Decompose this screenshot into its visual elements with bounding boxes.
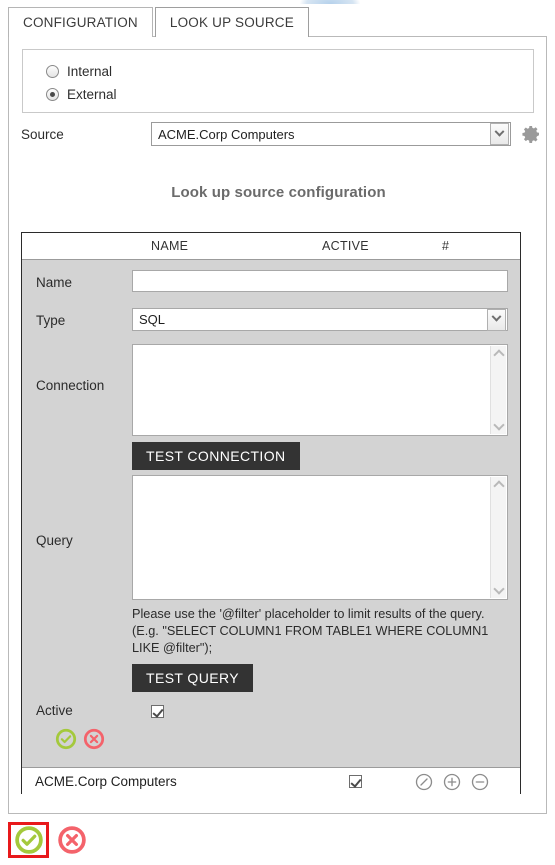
connection-label: Connection — [36, 378, 105, 393]
query-scroll-up-icon — [492, 480, 505, 492]
query-scrollbar[interactable] — [490, 477, 506, 598]
confirm-highlight-box — [8, 822, 49, 858]
source-select-value: ACME.Corp Computers — [158, 126, 295, 142]
type-label: Type — [36, 313, 66, 328]
edit-icon[interactable] — [414, 772, 434, 792]
look-up-source-grid: NAME ACTIVE # Name Type SQL Connection T… — [21, 232, 521, 795]
radio-option-internal[interactable]: Internal — [46, 60, 112, 82]
test-connection-button[interactable]: TEST CONNECTION — [132, 442, 300, 470]
bottom-action-bar — [8, 822, 87, 858]
tab-look-up-source[interactable]: LOOK UP SOURCE — [154, 7, 309, 38]
scroll-up-icon — [492, 349, 505, 361]
grid-editor-form: Name Type SQL Connection TEST CONNECTION… — [22, 260, 520, 767]
radio-internal-icon[interactable] — [46, 64, 59, 78]
gear-icon[interactable] — [521, 124, 541, 144]
tab-bar: CONFIGURATION LOOK UP SOURCE — [8, 6, 309, 38]
test-query-button[interactable]: TEST QUERY — [132, 664, 253, 692]
type-chevron-down-icon[interactable] — [487, 308, 506, 331]
row-name: ACME.Corp Computers — [35, 774, 177, 789]
add-icon[interactable] — [442, 772, 462, 792]
radio-option-external[interactable]: External — [46, 83, 117, 105]
section-title: Look up source configuration — [171, 184, 386, 201]
query-hint: Please use the '@filter' placeholder to … — [132, 607, 489, 655]
grid-column-name: NAME — [151, 239, 189, 253]
source-label: Source — [21, 127, 64, 142]
name-input[interactable] — [132, 270, 508, 292]
query-scroll-down-icon — [492, 583, 505, 595]
row-action-group — [414, 772, 490, 792]
name-label: Name — [36, 275, 73, 290]
chevron-down-icon[interactable] — [490, 123, 509, 145]
type-select-value: SQL — [139, 312, 166, 327]
top-decoration — [300, 0, 360, 4]
editor-action-icons — [55, 728, 105, 750]
grid-header: NAME ACTIVE # — [22, 233, 520, 260]
grid-column-number: # — [442, 239, 450, 253]
x-circle-icon[interactable] — [57, 825, 87, 855]
active-checkbox[interactable] — [151, 705, 164, 718]
x-circle-icon[interactable] — [83, 728, 105, 750]
check-circle-icon[interactable] — [55, 728, 77, 750]
tab-look-up-source-label: LOOK UP SOURCE — [169, 15, 294, 30]
radio-internal-label: Internal — [67, 63, 113, 79]
radio-external-icon[interactable] — [46, 87, 59, 101]
connection-textarea[interactable] — [132, 344, 508, 436]
tab-configuration[interactable]: CONFIGURATION — [8, 7, 153, 37]
radio-external-label: External — [67, 86, 117, 102]
scroll-down-icon — [492, 419, 505, 431]
type-select[interactable]: SQL — [132, 308, 508, 331]
query-textarea[interactable] — [132, 475, 508, 600]
active-label: Active — [36, 703, 73, 718]
grid-column-active: ACTIVE — [322, 239, 369, 253]
source-row: Source ACME.Corp Computers — [9, 122, 548, 150]
tab-configuration-label: CONFIGURATION — [23, 15, 138, 30]
source-select[interactable]: ACME.Corp Computers — [151, 122, 511, 146]
connection-scrollbar[interactable] — [490, 346, 506, 434]
check-circle-icon[interactable] — [14, 825, 44, 855]
remove-icon[interactable] — [470, 772, 490, 792]
screen-root: CONFIGURATION LOOK UP SOURCE Internal Ex… — [0, 0, 555, 865]
query-label: Query — [36, 533, 73, 548]
table-row[interactable]: ACME.Corp Computers — [22, 767, 520, 795]
row-active-checkbox[interactable] — [349, 775, 362, 788]
look-up-source-panel: Internal External Source ACME.Corp Compu… — [8, 36, 547, 814]
source-type-group: Internal External — [22, 49, 534, 113]
